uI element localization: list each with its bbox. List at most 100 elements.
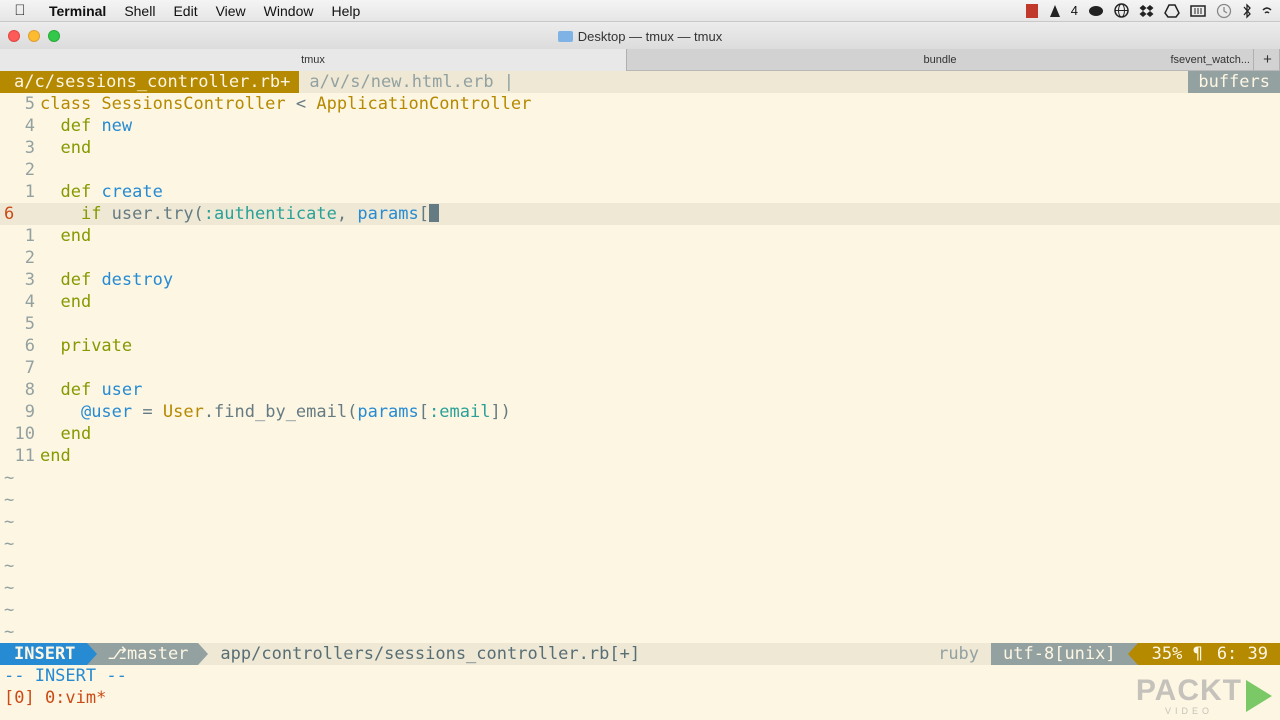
- code-line[interactable]: 7: [0, 357, 1280, 379]
- new-tab-button[interactable]: +: [1256, 49, 1280, 71]
- code-token: User: [162, 402, 204, 422]
- line-number: 1: [24, 226, 35, 246]
- menu-view[interactable]: View: [207, 3, 255, 19]
- menu-app-terminal[interactable]: Terminal: [40, 3, 115, 19]
- line-number: 2: [24, 248, 35, 268]
- code-token: destroy: [101, 270, 174, 290]
- code-token: .find_by_email(: [203, 402, 358, 422]
- memory-icon[interactable]: [1190, 3, 1206, 19]
- tmux-statusbar[interactable]: [0] 0:vim*: [0, 687, 1280, 709]
- code-token: :authenticate: [203, 204, 337, 224]
- code-line[interactable]: 4 def new: [0, 115, 1280, 137]
- folder-icon: [557, 31, 573, 42]
- line-number: 1: [24, 182, 35, 202]
- code-line[interactable]: 9 @user = User.find_by_email(params[:ema…: [0, 401, 1280, 423]
- adobe-icon[interactable]: [1049, 3, 1061, 19]
- scroll-percent: 35% ¶: [1137, 643, 1217, 665]
- mode-indicator: INSERT: [0, 643, 88, 665]
- line-number: 8: [24, 380, 35, 400]
- line-number: 5: [24, 314, 35, 334]
- code-token: ]): [490, 402, 511, 422]
- separator-arrow: [87, 643, 98, 665]
- apple-icon[interactable]: : [0, 2, 40, 19]
- line-number: 3: [24, 270, 35, 290]
- code-token: def: [60, 380, 102, 400]
- empty-line-marker: ~: [4, 600, 15, 620]
- code-line[interactable]: 8 def user: [0, 379, 1280, 401]
- code-token: ,: [336, 204, 358, 224]
- drive-icon[interactable]: [1164, 3, 1180, 19]
- code-token: def: [60, 116, 102, 136]
- code-line[interactable]: 5: [0, 313, 1280, 335]
- code-token: new: [101, 116, 133, 136]
- code-token: end: [60, 292, 92, 312]
- menu-help[interactable]: Help: [322, 3, 369, 19]
- menubar:  Terminal Shell Edit View Window Help 4: [0, 0, 1280, 22]
- terminal-tabbar: tmux bundle + fsevent_watch...: [0, 49, 1280, 71]
- buffer-tab-active[interactable]: a/c/sessions_controller.rb+: [0, 71, 300, 93]
- code-line-current[interactable]: 6 if user.try(:authenticate, params[: [0, 203, 1280, 225]
- code-area[interactable]: 5 class SessionsController < ApplicationC…: [0, 93, 1280, 467]
- line-number: 6: [24, 336, 35, 356]
- globe-icon[interactable]: [1114, 3, 1129, 19]
- play-icon: [1246, 680, 1272, 712]
- wifi-icon[interactable]: [1262, 3, 1272, 19]
- code-line[interactable]: 6 private: [0, 335, 1280, 357]
- menu-window[interactable]: Window: [255, 3, 323, 19]
- tab-fsevent-watch[interactable]: fsevent_watch...: [1171, 49, 1251, 71]
- code-line[interactable]: 2: [0, 247, 1280, 269]
- buffer-tab-inactive[interactable]: a/v/s/new.html.erb |: [299, 71, 524, 93]
- code-token: def: [60, 182, 102, 202]
- line-number: 4: [24, 292, 35, 312]
- code-token: if: [80, 204, 112, 224]
- code-line[interactable]: 4 end: [0, 291, 1280, 313]
- code-token: end: [40, 446, 71, 466]
- empty-line-area: ~ ~ ~ ~ ~ ~ ~ ~: [0, 467, 1280, 643]
- code-line[interactable]: 3 def destroy: [0, 269, 1280, 291]
- time-machine-icon[interactable]: [1216, 3, 1232, 19]
- notification-count: 4: [1070, 3, 1078, 18]
- tab-tmux[interactable]: tmux: [0, 49, 627, 71]
- empty-line-marker: ~: [4, 468, 15, 488]
- code-token: user.try(: [111, 204, 204, 224]
- code-token: SessionsController: [101, 94, 286, 114]
- line-number: 4: [24, 116, 35, 136]
- tab-bundle[interactable]: bundle: [627, 49, 1254, 71]
- code-line[interactable]: 11 end: [0, 445, 1280, 467]
- buffer-line-fill: [524, 71, 1188, 93]
- code-token: end: [60, 138, 92, 158]
- filetype: ruby: [938, 644, 980, 664]
- statusline-fill: [652, 643, 926, 665]
- dropbox-icon[interactable]: [1139, 3, 1154, 19]
- bluetooth-icon[interactable]: [1242, 2, 1252, 19]
- cursor-position: 6: 39: [1216, 643, 1280, 665]
- code-token: params: [357, 204, 419, 224]
- code-token: create: [101, 182, 163, 202]
- vim-editor[interactable]: a/c/sessions_controller.rb+ a/v/s/new.ht…: [0, 71, 1280, 720]
- recording-icon[interactable]: [1025, 3, 1039, 19]
- code-line[interactable]: 3 end: [0, 137, 1280, 159]
- code-token: class: [40, 94, 102, 114]
- empty-line-marker: ~: [4, 622, 15, 642]
- code-line[interactable]: 1 def create: [0, 181, 1280, 203]
- empty-line-marker: ~: [4, 556, 15, 576]
- code-line[interactable]: 1 end: [0, 225, 1280, 247]
- empty-line-marker: ~: [4, 578, 15, 598]
- line-number: 3: [24, 138, 35, 158]
- evernote-icon[interactable]: [1088, 3, 1104, 19]
- code-line[interactable]: 2: [0, 159, 1280, 181]
- line-number: 6: [4, 204, 15, 224]
- menu-edit[interactable]: Edit: [164, 3, 206, 19]
- file-path: app/controllers/sessions_controller.rb[+…: [220, 644, 641, 664]
- code-line[interactable]: 5 class SessionsController < ApplicationC…: [0, 93, 1280, 115]
- menu-shell[interactable]: Shell: [115, 3, 164, 19]
- line-number: 5: [24, 94, 35, 114]
- code-line[interactable]: 10 end: [0, 423, 1280, 445]
